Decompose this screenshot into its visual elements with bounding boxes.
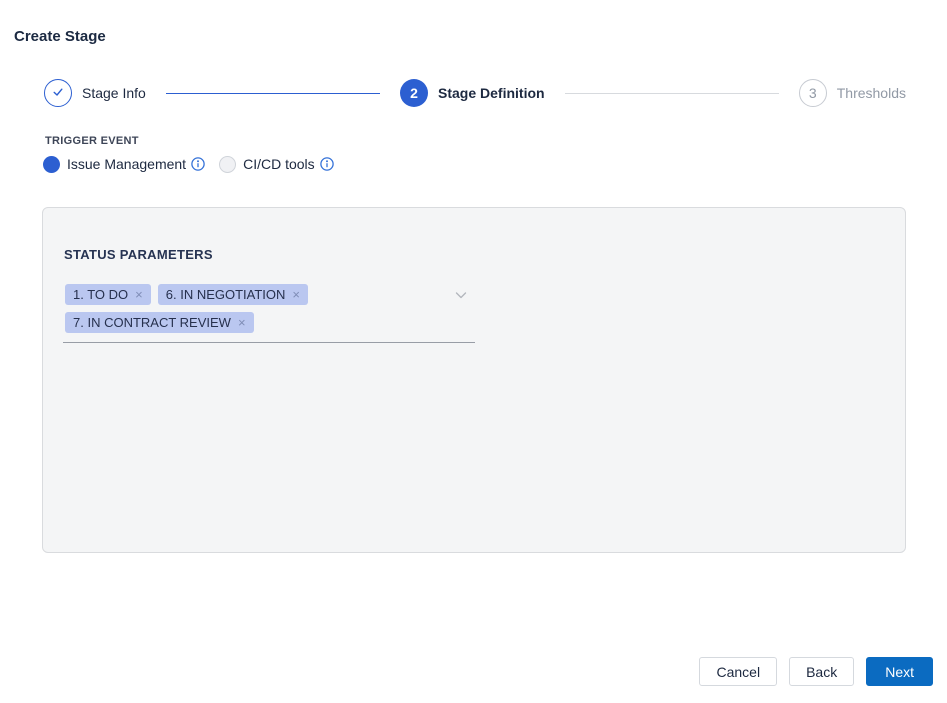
status-parameters-label: STATUS PARAMETERS: [64, 247, 213, 262]
step-upcoming-circle: 3: [799, 79, 827, 107]
footer-actions: Cancel Back Next: [699, 657, 933, 686]
step-label: Stage Info: [82, 85, 146, 101]
step-number: 2: [410, 85, 418, 101]
trigger-event-label: TRIGGER EVENT: [45, 135, 139, 147]
status-parameters-panel: STATUS PARAMETERS 1. TO DO × 6. IN NEGOT…: [42, 207, 906, 553]
stepper-step-thresholds[interactable]: 3 Thresholds: [799, 79, 906, 107]
status-multiselect[interactable]: 1. TO DO × 6. IN NEGOTIATION × 7. IN CON…: [63, 284, 475, 343]
remove-tag-icon[interactable]: ×: [135, 288, 143, 301]
step-completed-circle: [44, 79, 72, 107]
stepper-step-stage-definition[interactable]: 2 Stage Definition: [400, 79, 545, 107]
status-tag[interactable]: 6. IN NEGOTIATION ×: [158, 284, 308, 305]
radio-selected-icon[interactable]: [43, 156, 60, 173]
status-tag-label: 7. IN CONTRACT REVIEW: [73, 315, 231, 330]
trigger-event-options: Issue Management CI/CD tools: [43, 155, 334, 173]
stepper: Stage Info 2 Stage Definition 3 Threshol…: [44, 79, 906, 107]
status-tag[interactable]: 1. TO DO ×: [65, 284, 151, 305]
next-button[interactable]: Next: [866, 657, 933, 686]
cancel-button[interactable]: Cancel: [699, 657, 777, 686]
radio-label: Issue Management: [67, 156, 186, 172]
status-tag[interactable]: 7. IN CONTRACT REVIEW ×: [65, 312, 254, 333]
step-label: Stage Definition: [438, 85, 545, 101]
stepper-step-stage-info[interactable]: Stage Info: [44, 79, 146, 107]
info-icon[interactable]: [320, 157, 334, 171]
radio-cicd-tools[interactable]: CI/CD tools: [219, 156, 334, 173]
radio-label: CI/CD tools: [243, 156, 315, 172]
remove-tag-icon[interactable]: ×: [238, 316, 246, 329]
remove-tag-icon[interactable]: ×: [292, 288, 300, 301]
radio-issue-management[interactable]: Issue Management: [43, 156, 205, 173]
selected-status-tags: 1. TO DO × 6. IN NEGOTIATION × 7. IN CON…: [65, 284, 447, 333]
info-icon[interactable]: [191, 157, 205, 171]
back-button[interactable]: Back: [789, 657, 854, 686]
step-number: 3: [809, 85, 817, 101]
status-tag-label: 1. TO DO: [73, 287, 128, 302]
stepper-connector-todo: [565, 93, 779, 94]
step-label: Thresholds: [837, 85, 906, 101]
page-title: Create Stage: [14, 28, 106, 45]
check-icon: [51, 85, 65, 102]
radio-unselected-icon[interactable]: [219, 156, 236, 173]
step-active-circle: 2: [400, 79, 428, 107]
stepper-connector-done: [166, 93, 380, 94]
status-tag-label: 6. IN NEGOTIATION: [166, 287, 286, 302]
chevron-down-icon[interactable]: [453, 287, 469, 303]
